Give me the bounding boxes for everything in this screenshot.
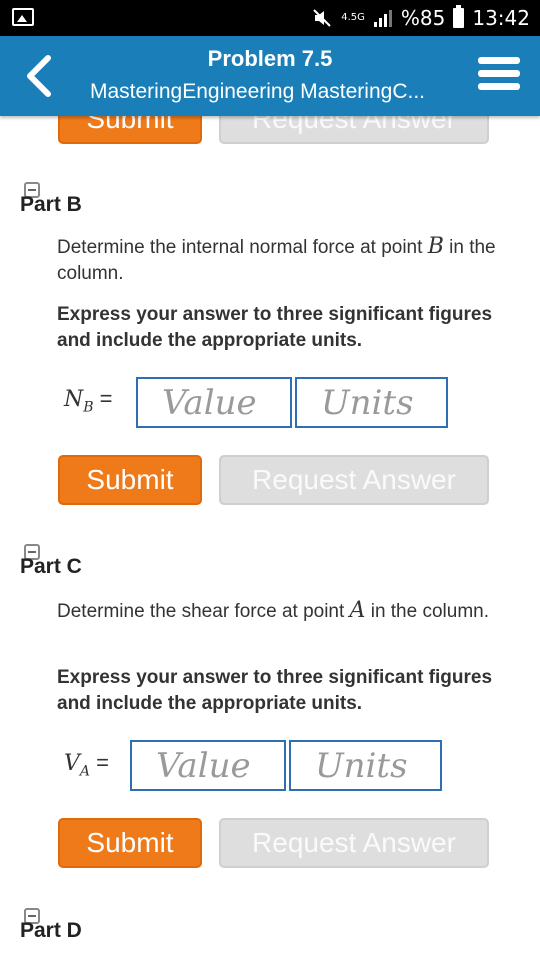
part-b-point-variable: B [427,234,444,259]
part-b-submit-button[interactable]: Submit [58,455,202,505]
part-b-request-answer-button[interactable]: Request Answer [219,455,489,505]
network-type: 4.5G [341,12,365,23]
part-c-instruction: Express your answer to three significant… [57,667,493,714]
problem-content[interactable]: Submit Request Answer Part B Determine t… [0,116,540,960]
part-c-symbol: V [64,751,80,776]
status-indicators: 4.5G %85 13:42 [311,0,530,36]
battery-icon [453,5,465,28]
part-b-title: Part B [20,193,82,216]
part-b-units-input[interactable] [295,377,448,428]
part-c-prompt-text: Determine the shear force at point [57,601,350,622]
part-c-subscript: A [79,763,91,780]
part-b-prompt: Determine the internal normal force at p… [57,234,512,287]
part-b-symbol: N [64,387,84,412]
app-bar: Problem 7.5 MasteringEngineering Masteri… [0,36,540,116]
part-c-prompt: Determine the shear force at point A in … [57,598,512,625]
prev-submit-button[interactable]: Submit [58,116,202,144]
signal-icon [373,10,392,27]
part-c-units-input[interactable] [289,740,442,791]
part-b-instruction: Express your answer to three significant… [57,304,493,351]
part-c-equals: = [90,750,109,775]
part-b-subscript: B [83,399,94,416]
prev-request-answer-button[interactable]: Request Answer [219,116,489,144]
part-b-prompt-text: Determine the internal normal force at p… [57,237,428,258]
part-c-prompt-end: in the column. [365,601,490,622]
status-bar: 4.5G %85 13:42 [0,0,540,36]
part-c-title: Part C [20,555,82,578]
part-c-request-answer-button[interactable]: Request Answer [219,818,489,868]
part-b-value-input[interactable] [136,377,292,428]
clock: 13:42 [472,6,530,30]
page-title: Problem 7.5 [207,46,333,71]
hamburger-menu-icon[interactable] [478,57,520,93]
mute-icon [313,9,331,27]
part-d-title: Part D [20,919,82,942]
part-c-submit-button[interactable]: Submit [58,818,202,868]
part-c-value-input[interactable] [130,740,286,791]
part-b-equals: = [93,386,113,411]
part-b-answer-label: NB = [64,386,113,415]
battery-percent: %85 [400,6,446,30]
part-c-answer-label: VA = [64,750,109,779]
page-subtitle: MasteringEngineering MasteringC... [90,80,425,103]
gallery-notification-icon [12,8,34,26]
part-c-point-variable: A [349,598,366,623]
